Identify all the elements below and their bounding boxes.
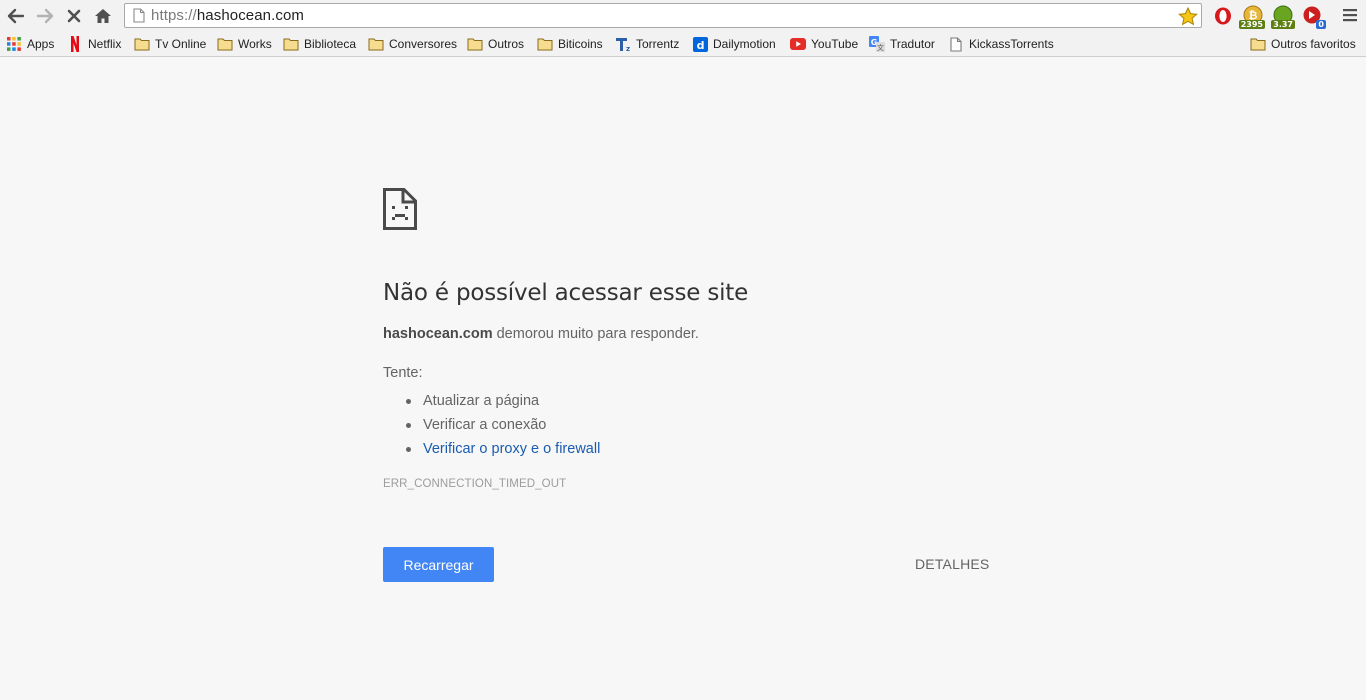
bookmark-label: Torrentz [636, 37, 680, 51]
bookmark-label: Biblioteca [304, 37, 357, 51]
svg-text:z: z [626, 45, 630, 52]
bookmark-label: Outros favoritos [1271, 37, 1356, 51]
ext-badge-bitcoin: 2395 [1238, 20, 1265, 29]
bookmark-label: Tv Online [155, 37, 207, 51]
try-label: Tente: [383, 365, 423, 381]
suggestions-list: Atualizar a página Verificar a conexão V… [405, 389, 600, 461]
error-host: hashocean.com [383, 326, 493, 342]
extensions-area: ₿ 2395 3.37 0 [1208, 3, 1328, 29]
bookmark-star-icon[interactable] [1177, 5, 1199, 27]
folder-icon [217, 36, 233, 52]
torrentz-icon: z [615, 36, 631, 52]
bookmark-tv-online[interactable]: Tv Online [134, 35, 206, 53]
bookmark-kickasstorrents[interactable]: KickassTorrents [948, 35, 1054, 53]
page-icon [948, 36, 964, 52]
bookmark-outros-favoritos[interactable]: Outros favoritos [1250, 35, 1356, 53]
bookmark-works[interactable]: Works [217, 35, 272, 53]
extension-opera[interactable] [1208, 3, 1238, 29]
netflix-icon [67, 36, 83, 52]
forward-arrow-icon [36, 8, 54, 23]
bookmark-biblioteca[interactable]: Biblioteca [283, 35, 356, 53]
bookmark-label: Conversores [389, 37, 458, 51]
hamburger-menu-icon [1343, 9, 1357, 22]
error-code: ERR_CONNECTION_TIMED_OUT [383, 478, 567, 490]
folder-icon [1250, 36, 1266, 52]
bookmark-tradutor[interactable]: G文 Tradutor [869, 35, 935, 53]
address-bar[interactable]: https://hashocean.com [124, 3, 1202, 28]
opera-adblock-icon [1215, 7, 1231, 25]
bookmark-label: Outros [488, 37, 525, 51]
youtube-icon [790, 36, 806, 52]
bookmarks-bar: Apps Netflix Tv Online Works Biblioteca … [0, 31, 1366, 57]
bookmark-dailymotion[interactable]: d Dailymotion [692, 35, 776, 53]
bookmark-outros[interactable]: Outros [467, 35, 524, 53]
bookmark-label: Apps [27, 37, 55, 51]
home-icon [95, 8, 111, 23]
extension-green-ticker[interactable]: 3.37 [1268, 3, 1298, 29]
dailymotion-icon: d [692, 36, 708, 52]
bookmark-label: Biticoins [558, 37, 603, 51]
extension-lastpass[interactable]: 0 [1298, 3, 1328, 29]
home-button[interactable] [90, 3, 116, 29]
extension-bitcoin-ticker[interactable]: ₿ 2395 [1238, 3, 1268, 29]
url-text[interactable]: https://hashocean.com [151, 7, 304, 24]
folder-icon [283, 36, 299, 52]
bookmark-apps[interactable]: Apps [6, 35, 54, 53]
sad-page-icon [383, 188, 417, 230]
url-scheme: https:// [151, 7, 197, 24]
suggestion-reload: Atualizar a página [405, 389, 600, 413]
error-description-suffix: demorou muito para responder. [492, 326, 699, 342]
apps-grid-icon [6, 36, 22, 52]
folder-icon [368, 36, 384, 52]
folder-icon [134, 36, 150, 52]
bookmark-label: Dailymotion [713, 37, 776, 51]
details-button[interactable]: DETALHES [915, 556, 989, 572]
svg-text:文: 文 [877, 43, 884, 52]
page-icon [129, 6, 149, 26]
bookmark-label: YouTube [811, 37, 859, 51]
folder-icon [537, 36, 553, 52]
bookmark-label: Works [238, 37, 272, 51]
chrome-menu-button[interactable] [1339, 4, 1361, 26]
bookmark-netflix[interactable]: Netflix [67, 35, 121, 53]
bookmark-torrentz[interactable]: z Torrentz [615, 35, 679, 53]
bookmark-label: Netflix [88, 37, 122, 51]
suggestion-check-connection: Verificar a conexão [405, 413, 600, 437]
back-arrow-icon [7, 8, 25, 23]
bookmark-youtube[interactable]: YouTube [790, 35, 858, 53]
ext-badge-green: 3.37 [1271, 20, 1295, 29]
bookmark-label: KickassTorrents [969, 37, 1054, 51]
url-host: hashocean.com [196, 7, 305, 24]
bookmark-label: Tradutor [890, 37, 935, 51]
reload-button[interactable]: Recarregar [383, 547, 494, 582]
suggestion-check-proxy-link[interactable]: Verificar o proxy e o firewall [405, 437, 600, 461]
bookmark-biticoins[interactable]: Biticoins [537, 35, 603, 53]
error-description: hashocean.com demorou muito para respond… [383, 326, 699, 342]
forward-button[interactable] [32, 3, 58, 29]
error-title: Não é possível acessar esse site [383, 280, 749, 306]
stop-icon [67, 9, 81, 22]
ext-badge-lastpass: 0 [1316, 20, 1326, 29]
folder-icon [467, 36, 483, 52]
back-button[interactable] [3, 3, 29, 29]
google-translate-icon: G文 [869, 36, 885, 52]
stop-button[interactable] [61, 3, 87, 29]
svg-text:d: d [696, 39, 704, 52]
bookmark-conversores[interactable]: Conversores [368, 35, 457, 53]
browser-toolbar: https://hashocean.com ₿ 2395 3.37 0 [0, 0, 1366, 31]
